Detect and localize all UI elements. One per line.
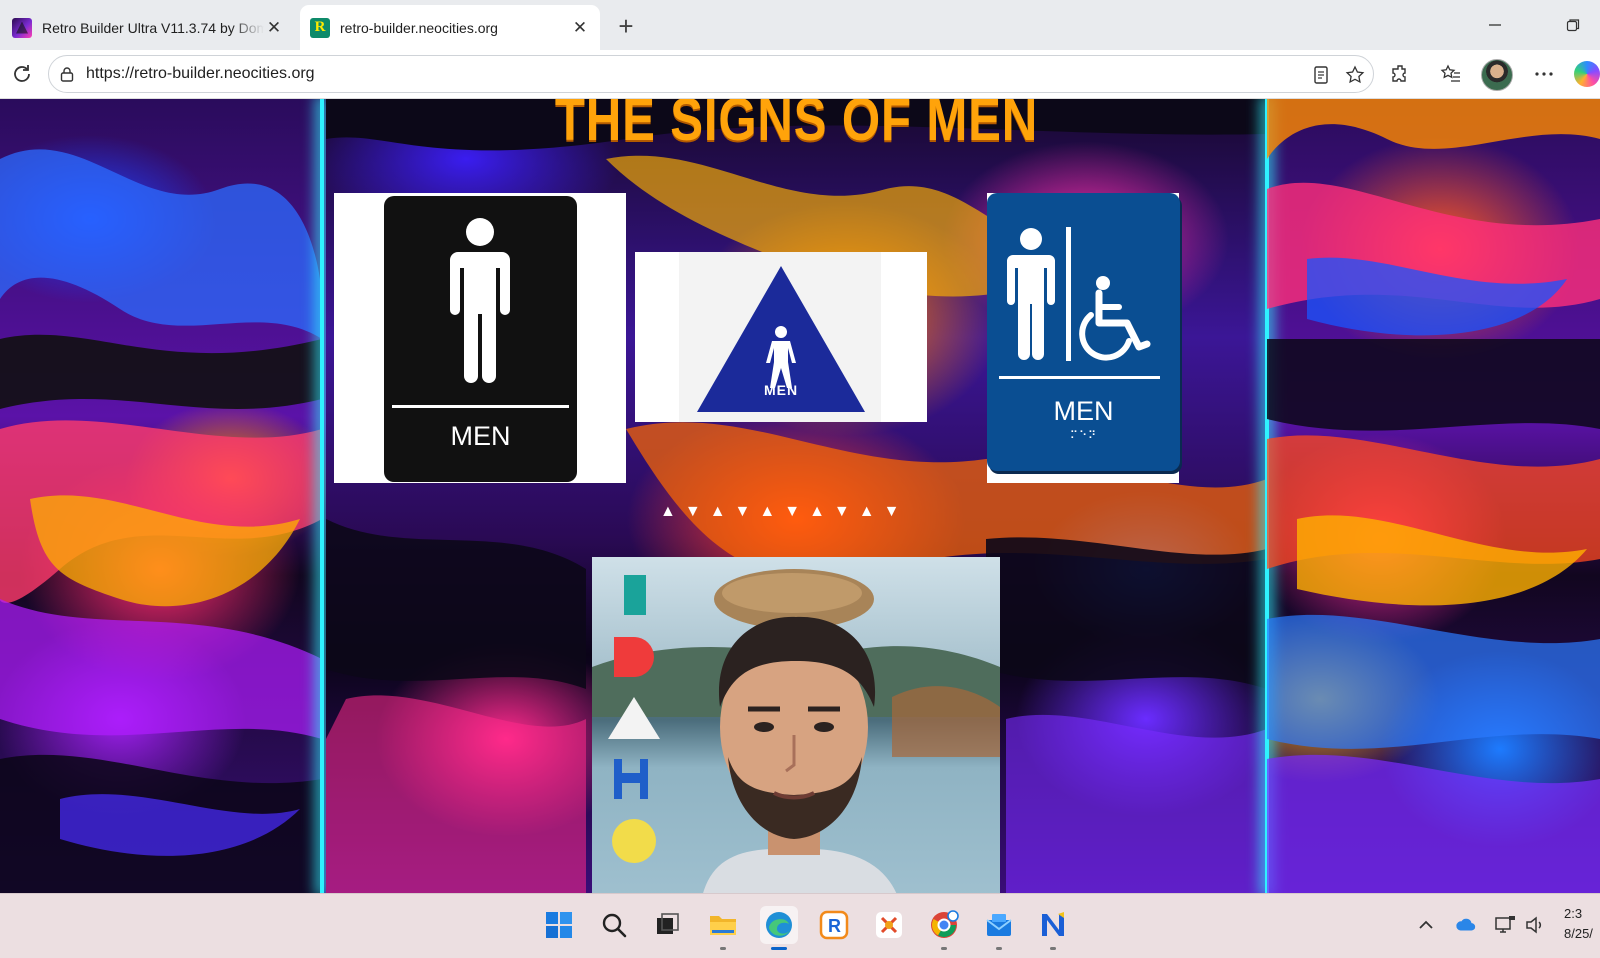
url-text[interactable]: https://retro-builder.neocities.org	[86, 65, 315, 83]
male-figure-icon	[1007, 228, 1055, 360]
marker: ▼	[883, 503, 900, 520]
task-view-icon[interactable]	[648, 906, 686, 944]
running-indicator	[720, 947, 726, 950]
outlook-icon[interactable]	[980, 906, 1018, 950]
more-dots-icon[interactable]	[1533, 63, 1555, 85]
minimize-icon[interactable]	[1484, 14, 1506, 36]
extensions-puzzle-icon[interactable]	[1390, 63, 1412, 85]
onedrive-cloud-icon[interactable]	[1455, 914, 1477, 936]
tool-app-icon[interactable]	[870, 906, 908, 944]
notepad-plus-icon[interactable]	[1034, 906, 1072, 950]
copilot-icon[interactable]	[1574, 61, 1600, 87]
reader-view-icon[interactable]	[1311, 65, 1331, 85]
man-with-rock-photo	[592, 557, 1000, 893]
sign-divider	[392, 405, 569, 408]
system-clock[interactable]: 2:3 8/25/	[1564, 904, 1593, 944]
edge-browser-icon[interactable]	[760, 906, 798, 950]
restore-icon[interactable]	[1562, 14, 1584, 36]
marker: ▼	[784, 503, 801, 520]
show-hidden-icons-chevron-icon[interactable]	[1415, 914, 1437, 936]
volume-speaker-icon[interactable]	[1524, 914, 1546, 936]
wheelchair-icon	[1079, 276, 1151, 361]
braille-dots-icon: ⠍⠑⠝	[1069, 430, 1098, 442]
portrait-illustration	[592, 569, 1000, 893]
men-label: MEN	[450, 421, 511, 451]
swirl-background-left	[0, 149, 322, 893]
swirl-background-right	[1267, 99, 1600, 893]
file-explorer-icon[interactable]	[704, 906, 742, 950]
marker: ▼	[833, 503, 850, 520]
sign-divider	[999, 376, 1160, 379]
profile-avatar[interactable]	[1481, 59, 1513, 91]
tab-strip: Retro Builder Ultra V11.3.74 by Dom ✕ R …	[0, 0, 1600, 50]
network-monitor-icon[interactable]	[1494, 914, 1516, 936]
cyan-divider-left	[320, 99, 324, 893]
men-sign-triangle: MEN	[635, 252, 927, 422]
running-indicator	[996, 947, 1002, 950]
reload-icon[interactable]	[10, 62, 34, 86]
men-label: MEN	[763, 382, 799, 398]
close-tab-icon[interactable]: ✕	[264, 18, 284, 38]
tab-neocities[interactable]: R retro-builder.neocities.org ✕	[300, 5, 600, 50]
lock-icon[interactable]	[59, 66, 75, 82]
sign-separator	[1066, 227, 1071, 361]
page-title: THE SIGNS OF MEN	[554, 99, 1039, 153]
running-indicator	[1050, 947, 1056, 950]
triangle-marker-row: ▲ ▼ ▲ ▼ ▲ ▼ ▲ ▼ ▲ ▼	[660, 503, 899, 525]
blue-sign-plate: MEN ⠍⠑⠝	[987, 193, 1180, 471]
clock-date: 8/25/	[1564, 926, 1593, 941]
men-sign-accessible: MEN ⠍⠑⠝	[987, 193, 1180, 483]
web-page: THE SIGNS OF MEN MEN MEN MEN ⠍⠑⠝ ▲ ▼ ▲ ▼…	[0, 99, 1600, 893]
chrome-icon[interactable]	[925, 906, 963, 950]
search-icon[interactable]	[595, 906, 633, 944]
marker: ▲	[809, 503, 825, 520]
marker: ▼	[684, 503, 701, 520]
retro-favicon-icon	[12, 17, 32, 38]
male-figure-icon	[450, 218, 510, 383]
marker: ▲	[709, 503, 726, 520]
running-indicator	[771, 947, 787, 950]
black-sign-plate: MEN	[384, 196, 577, 482]
retro-r-app-icon[interactable]: R	[815, 906, 853, 944]
windows-start-icon[interactable]	[540, 906, 578, 944]
taskbar: R 2:3 8/25/	[0, 893, 1600, 958]
men-sign-black: MEN	[334, 193, 626, 483]
svg-text:R: R	[828, 916, 841, 936]
marker: ▲	[660, 503, 676, 520]
content-panel: THE SIGNS OF MEN MEN MEN MEN ⠍⠑⠝ ▲ ▼ ▲ ▼…	[326, 99, 1267, 893]
marker: ▼	[734, 503, 751, 520]
tab-retro-builder[interactable]: Retro Builder Ultra V11.3.74 by Dom ✕	[4, 5, 294, 50]
men-label: MEN	[1053, 396, 1114, 426]
running-indicator	[941, 947, 947, 950]
marker: ▲	[759, 503, 776, 520]
close-tab-icon[interactable]: ✕	[570, 18, 590, 38]
favorite-star-icon[interactable]	[1345, 65, 1365, 85]
marker: ▲	[858, 503, 875, 520]
tab-title: Retro Builder Ultra V11.3.74 by Dom	[42, 19, 264, 36]
favorites-icon[interactable]	[1440, 63, 1462, 85]
address-bar[interactable]: https://retro-builder.neocities.org	[48, 55, 1374, 93]
browser-toolbar: https://retro-builder.neocities.org	[0, 50, 1600, 99]
r-favicon-icon: R	[310, 17, 330, 38]
tab-title: retro-builder.neocities.org	[340, 19, 498, 36]
new-tab-plus-icon[interactable]: +	[612, 12, 640, 40]
clock-time: 2:3	[1564, 906, 1583, 921]
